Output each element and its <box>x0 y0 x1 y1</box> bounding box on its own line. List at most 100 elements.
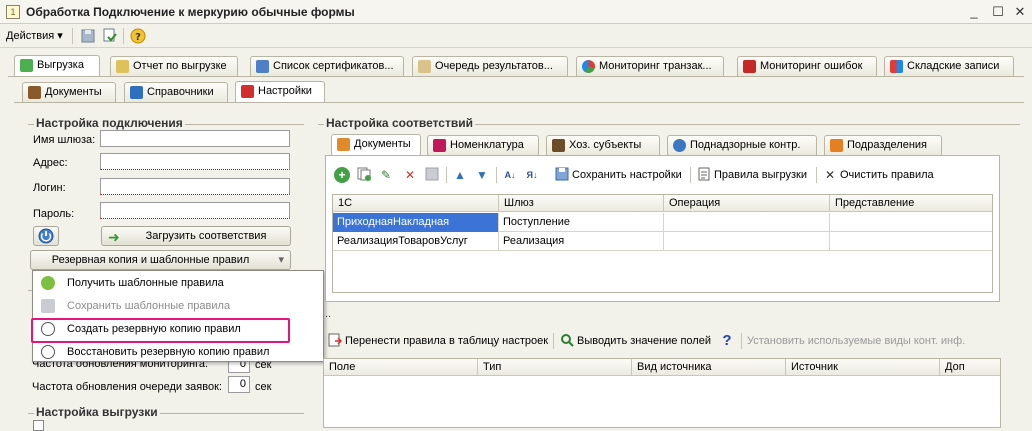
toolbar-separator <box>553 333 554 349</box>
column-header[interactable]: Шлюз <box>499 195 664 212</box>
table-cell[interactable] <box>664 232 830 251</box>
save-icon[interactable] <box>80 28 96 44</box>
column-header[interactable]: Операция <box>664 195 830 212</box>
column-header[interactable]: 1С <box>333 195 499 212</box>
freq-queue-input[interactable]: 0 <box>228 376 250 393</box>
password-input[interactable] <box>100 202 290 219</box>
export-settings-title: Настройка выгрузки <box>34 405 160 419</box>
report-icon <box>116 60 129 73</box>
actions-menu[interactable]: Действия ▾ <box>6 29 63 42</box>
menu-item-save-template-rules[interactable]: Сохранить шаблонные правила <box>35 295 321 317</box>
toolbar-separator <box>446 167 447 183</box>
chevron-down-icon: ▾ <box>278 254 284 266</box>
export-rules-button[interactable]: Правила выгрузки <box>714 167 807 183</box>
fields-grid[interactable]: Поле Тип Вид источника Источник Доп <box>323 358 1001 428</box>
rules-grid[interactable]: 1С Шлюз Операция Представление Приходная… <box>332 194 993 293</box>
show-fields-button[interactable]: Выводить значение полей <box>577 333 711 349</box>
tab-warehouse-records[interactable]: Складские записи <box>884 56 1014 76</box>
entities-icon <box>552 139 565 152</box>
address-input[interactable] <box>100 153 290 170</box>
table-cell[interactable]: Реализация <box>499 232 664 251</box>
table-cell[interactable] <box>664 213 830 232</box>
arrow-right-icon: ➜ <box>108 229 120 245</box>
column-header[interactable]: Тип <box>478 359 632 376</box>
export-icon <box>20 59 33 72</box>
address-label: Адрес: <box>33 157 68 169</box>
save-icon[interactable] <box>424 167 440 183</box>
transfer-rules-button[interactable]: Перенести правила в таблицу настроек <box>345 333 548 349</box>
close-button[interactable]: ✕ <box>1010 3 1030 21</box>
help-icon[interactable]: ? <box>719 333 735 349</box>
grid-header: 1С Шлюз Операция Представление <box>333 195 992 212</box>
copy-icon[interactable] <box>356 167 372 183</box>
load-matches-button[interactable]: ➜ Загрузить соответствия <box>101 226 291 246</box>
splitter-dots: .. <box>325 308 332 320</box>
sort-descending-icon[interactable]: Я↓ <box>524 167 540 183</box>
table-row[interactable]: ПриходнаяНакладная Поступление <box>333 213 992 232</box>
gateway-label: Имя шлюза: <box>33 134 96 146</box>
subtab-baseline <box>14 102 1024 103</box>
tab-supervised-counterparties[interactable]: Поднадзорные контр. <box>667 135 817 155</box>
tab-error-monitoring[interactable]: Мониторинг ошибок <box>737 56 877 76</box>
tab-transaction-monitoring[interactable]: Мониторинг транзак... <box>576 56 724 76</box>
add-icon[interactable]: + <box>334 167 350 183</box>
tab-nomenclature[interactable]: Номенклатура <box>427 135 539 155</box>
toolbar-separator <box>72 28 73 44</box>
column-header[interactable]: Вид источника <box>632 359 786 376</box>
save-settings-button[interactable]: Сохранить настройки <box>572 167 682 183</box>
gateway-input[interactable] <box>100 130 290 147</box>
column-header[interactable]: Поле <box>324 359 478 376</box>
main-toolbar: Действия ▾ ? <box>0 24 1032 48</box>
tab-export-report[interactable]: Отчет по выгрузке <box>110 56 238 76</box>
arrow-up-icon[interactable]: ▲ <box>452 167 468 183</box>
tab-documents[interactable]: Документы <box>22 82 116 102</box>
app-icon: 1 <box>6 5 20 19</box>
table-cell[interactable] <box>830 232 992 251</box>
table-cell[interactable]: Поступление <box>499 213 664 232</box>
set-contact-types-button[interactable]: Установить используемые виды конт. инф. <box>747 333 965 349</box>
tab-matching-documents[interactable]: Документы <box>331 134 421 156</box>
svg-text:?: ? <box>135 32 141 43</box>
column-header[interactable]: Представление <box>830 195 992 212</box>
backup-rules-dropdown[interactable]: Резервная копия и шаблонные правил ▾ <box>30 250 291 270</box>
table-cell[interactable]: ПриходнаяНакладная <box>333 213 499 232</box>
sort-ascending-icon[interactable]: A↓ <box>502 167 518 183</box>
arrow-down-icon[interactable]: ▼ <box>474 167 490 183</box>
toolbar-separator <box>816 167 817 183</box>
table-row[interactable]: РеализацияТоваровУслуг Реализация <box>333 232 992 251</box>
column-header[interactable]: Источник <box>786 359 940 376</box>
save-close-icon[interactable] <box>102 28 118 44</box>
tab-export[interactable]: Выгрузка <box>14 55 100 77</box>
clear-icon: ✕ <box>824 168 836 182</box>
checkbox[interactable] <box>33 420 44 431</box>
connect-button[interactable] <box>33 226 59 246</box>
tab-catalogs[interactable]: Справочники <box>124 82 228 102</box>
tab-departments[interactable]: Подразделения <box>824 135 942 155</box>
fields-toolbar: Перенести правила в таблицу настроек Выв… <box>327 333 1027 349</box>
toolbar-separator <box>690 167 691 183</box>
rules-icon <box>696 167 712 183</box>
tab-results-queue[interactable]: Очередь результатов... <box>412 56 568 76</box>
column-header[interactable]: Доп <box>940 359 1000 376</box>
matching-toolbar: + ✎ ✕ ▲ ▼ A↓ Я↓ Сохранить настройки Прав… <box>332 167 992 183</box>
maximize-button[interactable]: ☐ <box>988 3 1008 21</box>
tab-business-entities[interactable]: Хоз. субъекты <box>546 135 660 155</box>
window-title: Обработка Подключение к меркурию обычные… <box>26 5 355 19</box>
table-cell[interactable]: РеализацияТоваровУслуг <box>333 232 499 251</box>
edit-icon[interactable]: ✎ <box>378 167 394 183</box>
queue-icon <box>418 60 431 73</box>
help-icon[interactable]: ? <box>130 28 146 44</box>
title-bar: 1 Обработка Подключение к меркурию обычн… <box>0 0 1032 24</box>
error-icon <box>743 60 756 73</box>
transfer-icon <box>327 333 343 349</box>
delete-icon[interactable]: ✕ <box>402 167 418 183</box>
tab-certificates[interactable]: Список сертификатов... <box>250 56 404 76</box>
menu-item-get-template-rules[interactable]: Получить шаблонные правила <box>35 272 321 294</box>
table-cell[interactable] <box>830 213 992 232</box>
menu-item-restore-backup[interactable]: Восстановить резервную копию правил <box>35 341 321 363</box>
clear-rules-button[interactable]: Очистить правила <box>840 167 934 183</box>
login-input[interactable] <box>100 178 290 195</box>
tab-settings[interactable]: Настройки <box>235 81 325 103</box>
minimize-button[interactable]: _ <box>964 3 984 21</box>
save-settings-icon <box>554 167 570 183</box>
